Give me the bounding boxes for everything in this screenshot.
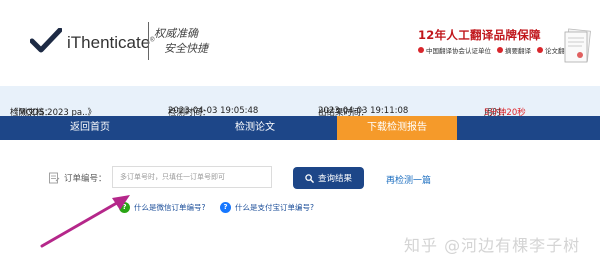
badge-abstract: 摘要翻译 [497,45,531,55]
nav-home[interactable]: 返回首页 [0,116,180,140]
translation-ad-title[interactable]: 12年人工翻译品牌保障 [418,27,541,43]
slogan-line-2: 安全快捷 [164,42,208,55]
question-icon: ? [220,202,231,213]
nav-check-paper[interactable]: 检测论文 [180,116,330,140]
order-number-input[interactable] [112,166,272,188]
translation-ad-badges: 中国翻译协会认证单位 摘要翻译 论文翻译 [418,45,571,55]
checkmark-logo-icon [30,28,62,53]
watermark: 知乎 @河边有棵李子树 [404,236,581,255]
badge-dot-icon [418,47,424,53]
order-number-label: 订单编号： [64,174,107,184]
help-alipay-label: 什么是支付宝订单编号? [235,203,314,212]
nav-download-report[interactable]: 下载检测报告 [337,116,457,140]
badge-dot-icon [497,47,503,53]
report-info-bar: 检测文档： 《MQDS 2023 pa..》 检测时间： 2023-04-03 19… [0,86,600,118]
query-result-label: 查询结果 [317,174,352,184]
help-wechat-label: 什么是微信订单编号? [134,203,206,212]
main-nav: 返回首页 检测论文 下载检测报告 [0,116,600,140]
search-icon [305,173,314,183]
brand-slogan: 权威准确 安全快捷 [154,26,208,56]
note-icon [49,172,60,184]
certificate-icon [564,28,591,63]
help-alipay-order[interactable]: ? 什么是支付宝订单编号? [220,202,314,213]
site-header: iThenticate® 权威准确 安全快捷 12年人工翻译品牌保障 中国翻译协… [0,0,600,72]
slogan-divider [148,22,149,60]
query-result-button[interactable]: 查询结果 [293,167,364,189]
brand-logo[interactable]: iThenticate® [67,33,155,53]
recheck-link[interactable]: 再检测一篇 [386,173,431,186]
badge-association: 中国翻译协会认证单位 [418,45,491,55]
annotation-arrow-icon [40,195,130,248]
badge-dot-icon [537,47,543,53]
slogan-line-1: 权威准确 [154,27,198,40]
